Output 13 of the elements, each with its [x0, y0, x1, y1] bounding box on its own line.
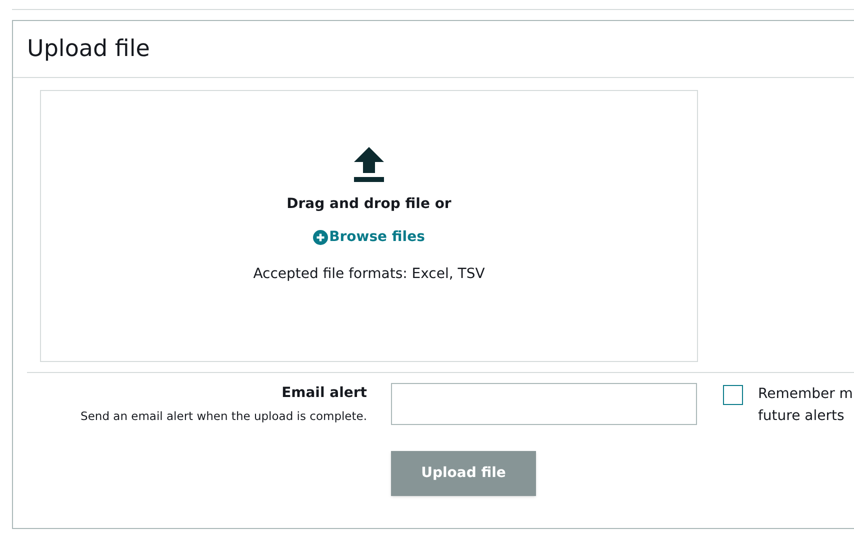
remember-label: future alerts	[758, 407, 846, 426]
remember-label: Remember m	[758, 385, 853, 404]
browse-files-link[interactable]: Browse files	[313, 227, 425, 248]
remember-checkbox[interactable]	[723, 385, 743, 405]
plus-circle-icon	[313, 230, 328, 245]
upload-icon	[354, 147, 384, 182]
email-alert-description: Send an email alert when the upload is complete.	[80, 408, 367, 425]
email-alert-label: Email alert	[282, 384, 367, 403]
panel-title: Upload file	[27, 34, 150, 64]
drop-zone[interactable]: Drag and drop file or Browse files Accepted file formats: Excel, TSV	[40, 90, 698, 362]
drop-prompt: Drag and drop file or	[286, 195, 452, 214]
accepted-formats: Accepted file formats: Excel, TSV	[253, 265, 485, 284]
email-input-field[interactable]	[391, 383, 697, 425]
